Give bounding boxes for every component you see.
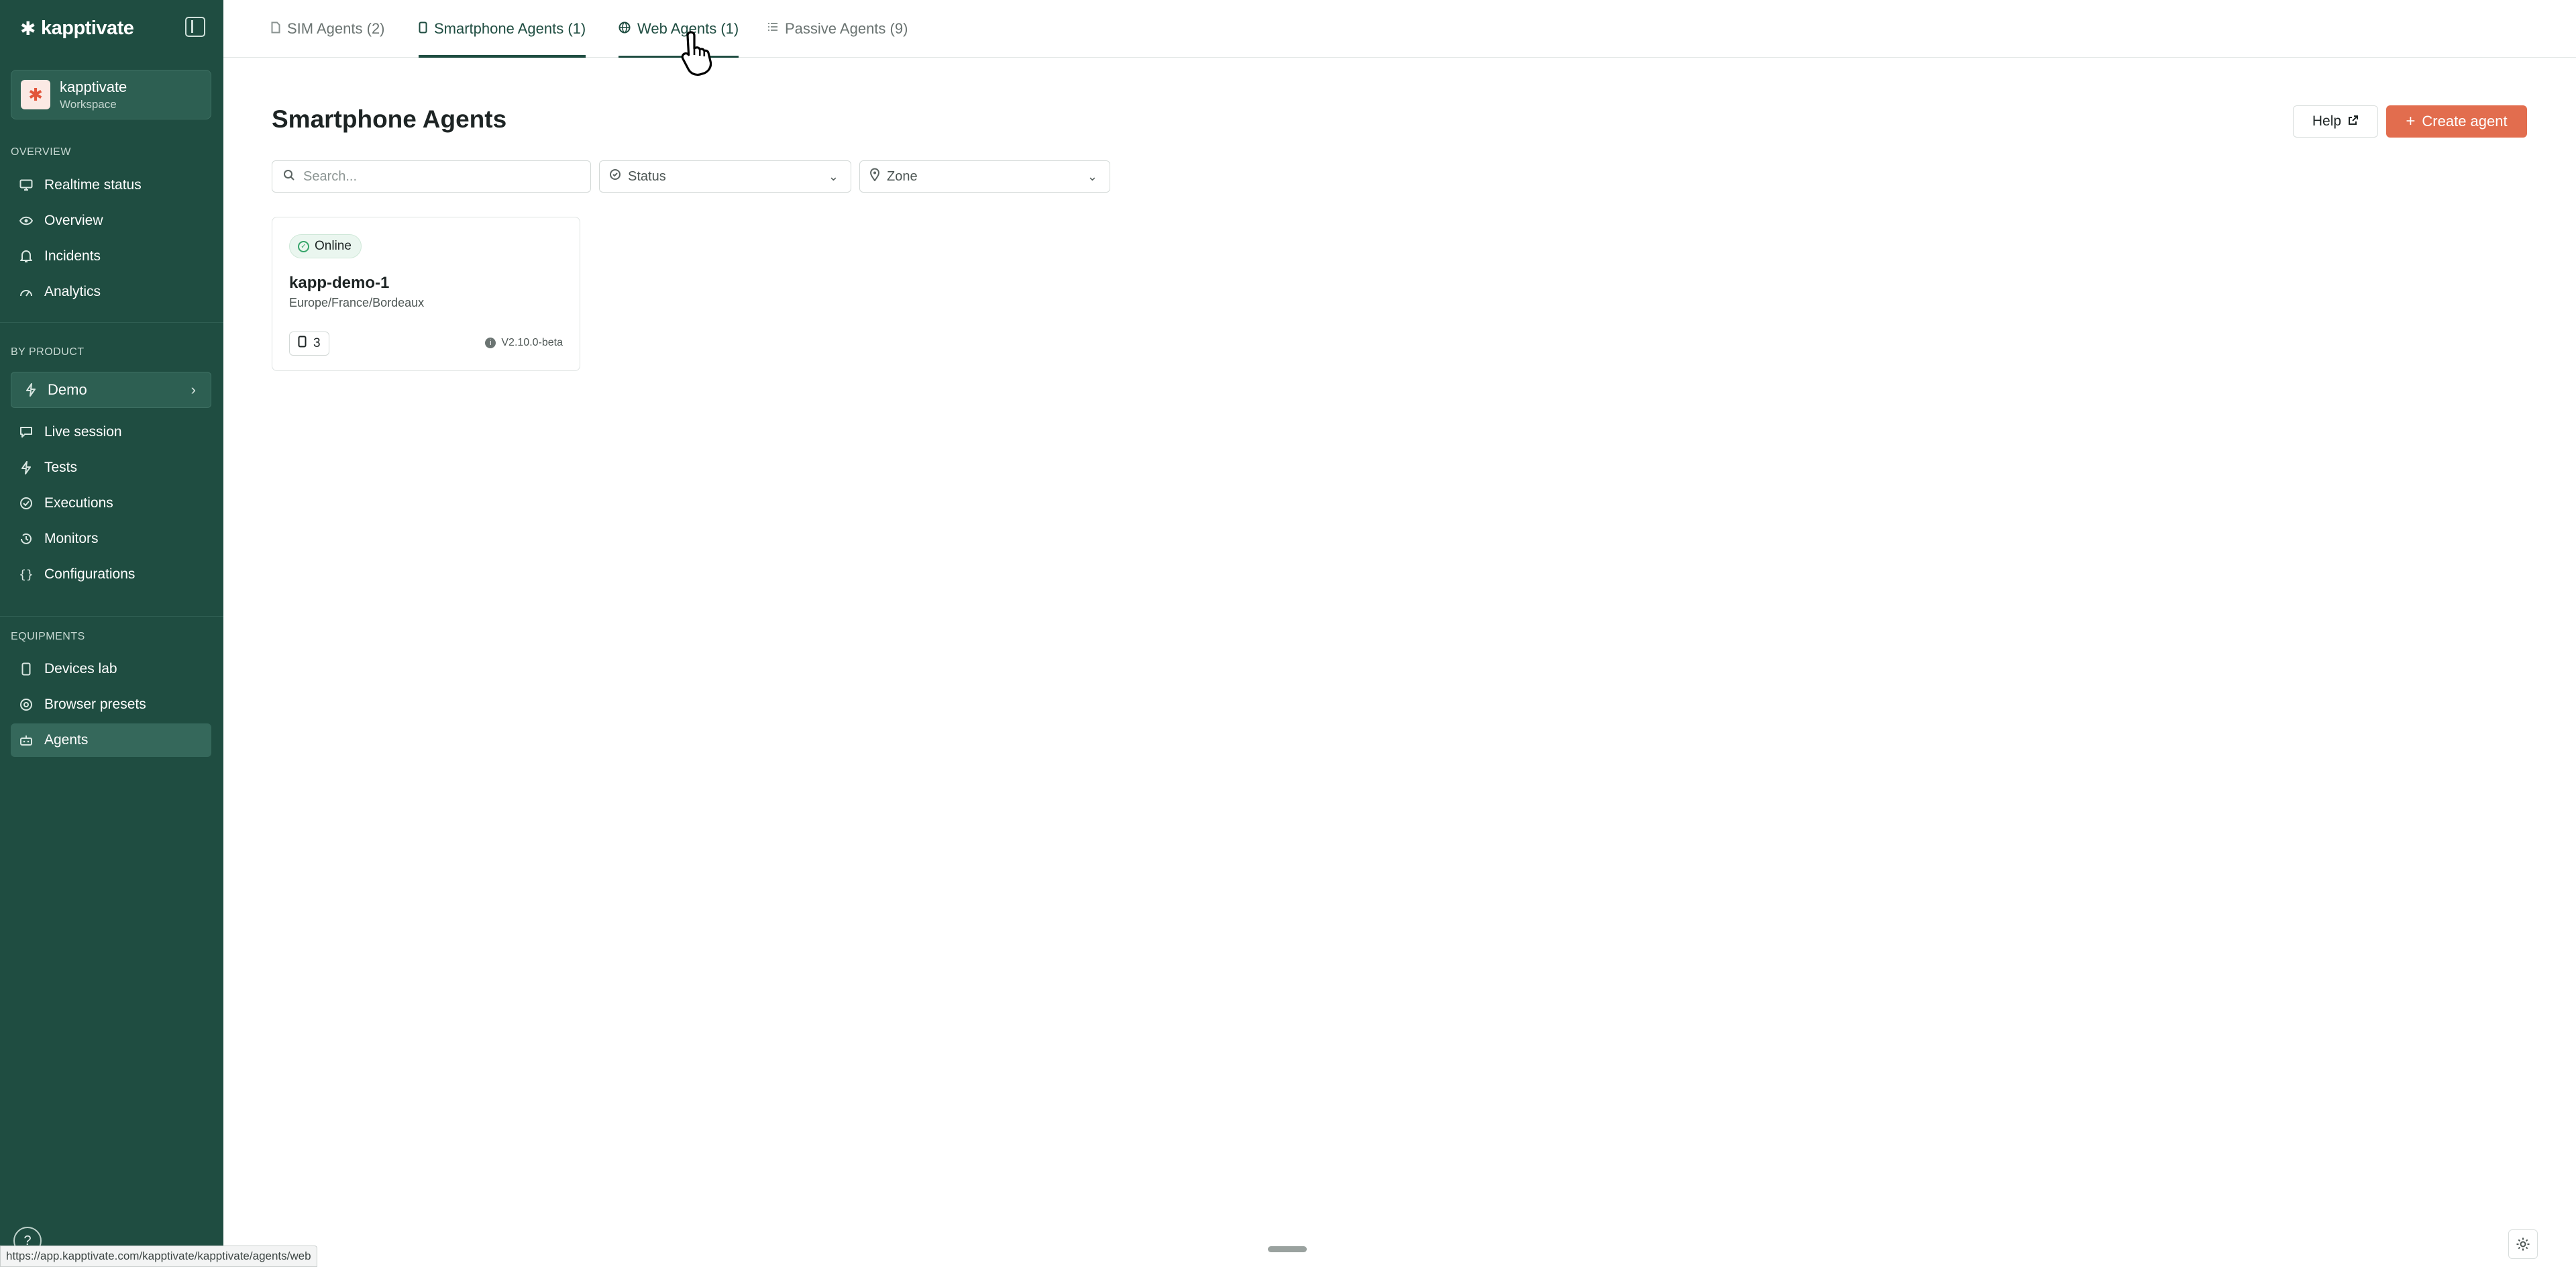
monitor-icon bbox=[19, 178, 34, 193]
brand-name: kapptivate bbox=[40, 17, 134, 39]
sidebar-item-label: Analytics bbox=[44, 284, 101, 299]
agent-type-tabs: SIM Agents (2) Smartphone Agents (1) Web… bbox=[223, 0, 2576, 58]
sidebar-item-live-session[interactable]: Live session bbox=[11, 415, 211, 449]
status-badge: ✓ Online bbox=[289, 234, 362, 258]
map-pin-icon bbox=[869, 168, 880, 185]
status-filter-label: Status bbox=[628, 168, 666, 184]
smartphone-icon bbox=[298, 336, 307, 352]
chevron-down-icon: ⌄ bbox=[828, 169, 839, 183]
check-circle-icon: ✓ bbox=[298, 240, 309, 252]
help-button-label: Help bbox=[2312, 113, 2342, 129]
smartphone-icon bbox=[19, 662, 34, 676]
eye-icon bbox=[19, 213, 34, 228]
external-link-icon bbox=[2348, 113, 2359, 130]
zone-filter-select[interactable]: Zone ⌄ bbox=[859, 160, 1110, 193]
sidebar-item-label: Realtime status bbox=[44, 177, 142, 193]
sidebar: ✱ kapptivate ✱ kapptivate Workspace OVER… bbox=[0, 0, 223, 1267]
hand-pointer-cursor-icon bbox=[681, 31, 712, 76]
create-agent-button[interactable]: + Create agent bbox=[2386, 105, 2527, 138]
globe-icon bbox=[619, 21, 631, 37]
tab-smartphone-agents[interactable]: Smartphone Agents (1) bbox=[419, 20, 586, 58]
sidebar-divider bbox=[0, 616, 223, 617]
search-icon bbox=[283, 169, 295, 185]
robot-icon bbox=[19, 733, 34, 748]
brand-logo[interactable]: ✱ kapptivate bbox=[20, 15, 134, 42]
sidebar-collapse-icon[interactable] bbox=[185, 17, 205, 37]
tab-label: Passive Agents (9) bbox=[785, 20, 908, 37]
tab-label: SIM Agents (2) bbox=[287, 20, 385, 37]
smartphone-icon bbox=[419, 21, 427, 37]
section-label-by-product: BY PRODUCT bbox=[11, 346, 85, 358]
sidebar-item-label: Tests bbox=[44, 460, 78, 475]
agent-version-label: V2.10.0-beta bbox=[501, 337, 563, 348]
section-label-overview: OVERVIEW bbox=[11, 146, 71, 158]
sidebar-item-agents[interactable]: Agents bbox=[11, 723, 211, 757]
workspace-subtitle: Workspace bbox=[60, 97, 117, 111]
agent-zone: Europe/France/Bordeaux bbox=[289, 296, 425, 309]
agent-version: i V2.10.0-beta bbox=[485, 337, 563, 349]
bolt-icon bbox=[19, 460, 34, 475]
page-title: Smartphone Agents bbox=[272, 105, 507, 133]
workspace-logo: ✱ bbox=[21, 80, 50, 109]
sidebar-item-label: Agents bbox=[44, 732, 89, 748]
status-filter-icon bbox=[609, 168, 621, 185]
sidebar-item-label: Monitors bbox=[44, 531, 99, 546]
sim-icon bbox=[271, 21, 280, 37]
sidebar-item-configurations[interactable]: {} Configurations bbox=[11, 558, 211, 591]
sidebar-item-label: Devices lab bbox=[44, 661, 117, 676]
bell-icon bbox=[19, 249, 34, 264]
status-filter-select[interactable]: Status ⌄ bbox=[599, 160, 851, 193]
check-circle-icon bbox=[19, 496, 34, 511]
sidebar-item-monitors[interactable]: Monitors bbox=[11, 522, 211, 556]
sidebar-item-analytics[interactable]: Analytics bbox=[11, 275, 211, 309]
agent-name: kapp-demo-1 bbox=[289, 274, 390, 292]
chat-icon bbox=[19, 425, 34, 440]
sidebar-item-label: Executions bbox=[44, 495, 113, 511]
product-selector-label: Demo bbox=[48, 381, 87, 398]
drag-handle[interactable] bbox=[1268, 1246, 1307, 1252]
gauge-icon bbox=[19, 285, 34, 299]
device-count-value: 3 bbox=[313, 336, 321, 350]
sidebar-item-incidents[interactable]: Incidents bbox=[11, 240, 211, 273]
plus-icon: + bbox=[2406, 112, 2416, 130]
history-icon bbox=[19, 531, 34, 546]
sidebar-item-executions[interactable]: Executions bbox=[11, 487, 211, 520]
chevron-right-icon: › bbox=[191, 381, 196, 398]
sidebar-item-label: Configurations bbox=[44, 566, 136, 582]
sidebar-item-realtime-status[interactable]: Realtime status bbox=[11, 168, 211, 202]
status-badge-label: Online bbox=[315, 239, 352, 253]
section-label-equipments: EQUIPMENTS bbox=[11, 631, 85, 642]
chevron-down-icon: ⌄ bbox=[1087, 169, 1097, 183]
help-button[interactable]: Help bbox=[2293, 105, 2378, 138]
tab-label: Smartphone Agents (1) bbox=[434, 20, 586, 37]
workspace-name: kapptivate bbox=[60, 78, 127, 95]
link-preview-statusbar: https://app.kapptivate.com/kapptivate/ka… bbox=[0, 1246, 317, 1267]
search-input[interactable] bbox=[303, 168, 572, 185]
agent-card[interactable]: ✓ Online kapp-demo-1 Europe/France/Borde… bbox=[272, 217, 580, 371]
sidebar-item-tests[interactable]: Tests bbox=[11, 451, 211, 485]
bolt-icon bbox=[23, 383, 38, 397]
chrome-icon bbox=[19, 697, 34, 712]
device-count-badge: 3 bbox=[289, 332, 329, 356]
workspace-switcher[interactable]: ✱ kapptivate Workspace bbox=[11, 70, 211, 119]
gear-icon[interactable] bbox=[2508, 1229, 2538, 1259]
tab-passive-agents[interactable]: Passive Agents (9) bbox=[767, 20, 908, 58]
sidebar-item-devices-lab[interactable]: Devices lab bbox=[11, 652, 211, 686]
info-icon: i bbox=[485, 338, 496, 348]
list-icon bbox=[767, 21, 778, 36]
sidebar-item-label: Live session bbox=[44, 424, 122, 440]
sidebar-item-label: Browser presets bbox=[44, 697, 146, 712]
create-agent-label: Create agent bbox=[2422, 113, 2508, 130]
tab-sim-agents[interactable]: SIM Agents (2) bbox=[271, 20, 385, 58]
sidebar-item-browser-presets[interactable]: Browser presets bbox=[11, 688, 211, 721]
sidebar-item-label: Incidents bbox=[44, 248, 101, 264]
braces-icon: {} bbox=[19, 567, 34, 582]
product-selector[interactable]: Demo › bbox=[11, 372, 211, 408]
asterisk-icon: ✱ bbox=[20, 17, 36, 39]
search-box bbox=[272, 160, 591, 193]
sidebar-item-overview[interactable]: Overview bbox=[11, 204, 211, 238]
sidebar-item-label: Overview bbox=[44, 213, 103, 228]
sidebar-divider bbox=[0, 322, 223, 323]
zone-filter-label: Zone bbox=[887, 168, 918, 184]
